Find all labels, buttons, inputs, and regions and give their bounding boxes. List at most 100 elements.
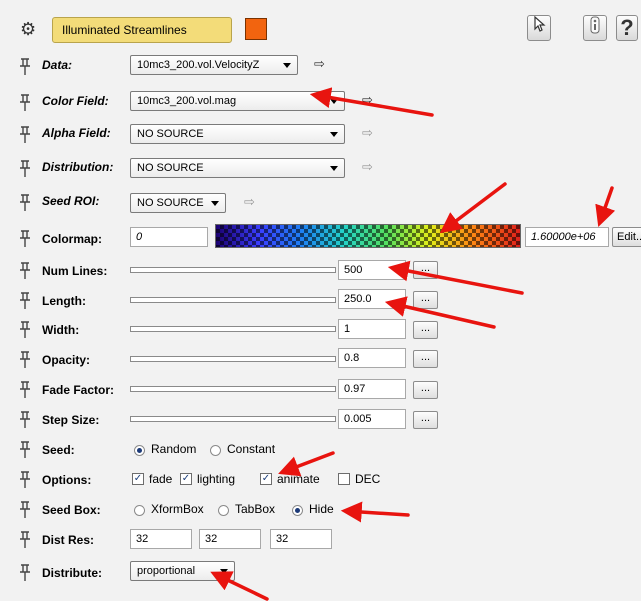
distribute-label: Distribute: [42,566,102,580]
seed-label: Seed: [42,443,75,457]
data-select-value: 10mc3_200.vol.VelocityZ [137,59,260,71]
length-slider[interactable] [130,293,336,311]
colormap-label: Colormap: [42,232,102,246]
pin-icon[interactable] [18,501,32,519]
step-size-more-button[interactable]: ... [413,411,438,429]
num-lines-slider[interactable] [130,263,336,281]
pin-icon[interactable] [18,292,32,310]
pin-icon[interactable] [18,531,32,549]
seed-random-radio[interactable] [134,445,145,456]
length-label: Length: [42,294,86,308]
fade-factor-label: Fade Factor: [42,383,115,397]
module-title-field[interactable]: Illuminated Streamlines [52,17,232,43]
chevron-down-icon [211,201,219,206]
pin-icon[interactable] [18,194,32,212]
annotation-arrow [595,186,616,227]
info-icon[interactable] [583,15,607,41]
pin-icon[interactable] [18,58,32,76]
xformbox-label: XformBox [151,502,204,516]
animate-option-label: animate [277,472,320,486]
pin-icon[interactable] [18,94,32,112]
colormap-max-field[interactable]: 1.60000e+06 [525,227,609,247]
arrow-right-icon[interactable]: ⇨ [244,194,255,210]
colormap-edit-button[interactable]: Edit... [612,227,641,247]
fade-factor-field[interactable]: 0.97 [338,379,406,399]
opacity-label: Opacity: [42,353,91,367]
pin-icon[interactable] [18,381,32,399]
arrow-right-icon[interactable]: ⇨ [362,125,373,141]
pin-icon[interactable] [18,160,32,178]
hide-radio[interactable] [292,505,303,516]
distribution-value: NO SOURCE [137,162,204,174]
arrow-right-icon[interactable]: ⇨ [362,159,373,175]
animate-checkbox[interactable]: ✓ [260,473,272,485]
alpha-field-label: Alpha Field: [42,126,111,140]
chevron-down-icon [330,166,338,171]
distribute-select[interactable]: proportional [130,561,235,581]
data-select[interactable]: 10mc3_200.vol.VelocityZ [130,55,298,75]
step-size-slider[interactable] [130,412,336,430]
pin-icon[interactable] [18,564,32,582]
distribution-select[interactable]: NO SOURCE [130,158,345,178]
help-icon[interactable]: ? [616,15,638,41]
pin-icon[interactable] [18,471,32,489]
opacity-field[interactable]: 0.8 [338,348,406,368]
pin-icon[interactable] [18,230,32,248]
alpha-field-select[interactable]: NO SOURCE [130,124,345,144]
tabbox-label: TabBox [235,502,276,516]
xformbox-radio[interactable] [134,505,145,516]
dist-res-x-field[interactable]: 32 [130,529,192,549]
fade-factor-more-button[interactable]: ... [413,381,438,399]
pin-icon[interactable] [18,351,32,369]
colormap-bar[interactable] [215,224,521,248]
length-more-button[interactable]: ... [413,291,438,309]
width-label: Width: [42,323,80,337]
module-gear-icon: ⚙ [20,19,37,39]
dist-res-y-field[interactable]: 32 [199,529,261,549]
width-slider[interactable] [130,322,336,340]
pin-icon[interactable] [18,411,32,429]
dec-option-label: DEC [355,472,381,486]
color-field-label: Color Field: [42,94,109,108]
seed-roi-select[interactable]: NO SOURCE [130,193,226,213]
pin-icon[interactable] [18,126,32,144]
seed-box-label: Seed Box: [42,503,101,517]
cursor-icon[interactable] [527,15,551,41]
fade-option-label: fade [149,472,173,486]
dist-res-label: Dist Res: [42,533,95,547]
colormap-min-field[interactable]: 0 [130,227,208,247]
arrow-right-icon[interactable]: ⇨ [362,92,373,108]
chevron-down-icon [220,569,228,574]
lighting-option-label: lighting [197,472,236,486]
pin-icon[interactable] [18,321,32,339]
seed-roi-label: Seed ROI: [42,194,100,208]
hide-label: Hide [309,502,334,516]
color-field-select[interactable]: 10mc3_200.vol.mag [130,91,345,111]
alpha-field-value: NO SOURCE [137,128,204,140]
chevron-down-icon [283,63,291,68]
fade-factor-slider[interactable] [130,382,336,400]
opacity-more-button[interactable]: ... [413,350,438,368]
fade-checkbox[interactable]: ✓ [132,473,144,485]
length-field[interactable]: 250.0 [338,289,406,309]
distribution-label: Distribution: [42,160,114,174]
seed-constant-radio[interactable] [210,445,221,456]
num-lines-field[interactable]: 500 [338,260,406,280]
num-lines-label: Num Lines: [42,264,108,278]
dist-res-z-field[interactable]: 32 [270,529,332,549]
opacity-slider[interactable] [130,352,336,370]
width-more-button[interactable]: ... [413,321,438,339]
data-label: Data: [42,58,73,72]
width-field[interactable]: 1 [338,319,406,339]
step-size-field[interactable]: 0.005 [338,409,406,429]
num-lines-more-button[interactable]: ... [413,261,438,279]
arrow-right-icon[interactable]: ⇨ [314,56,325,72]
module-color-swatch[interactable] [245,18,267,40]
seed-roi-value: NO SOURCE [137,197,204,209]
pin-icon[interactable] [18,441,32,459]
color-field-value: 10mc3_200.vol.mag [137,95,237,107]
pin-icon[interactable] [18,262,32,280]
lighting-checkbox[interactable]: ✓ [180,473,192,485]
tabbox-radio[interactable] [218,505,229,516]
dec-checkbox[interactable] [338,473,350,485]
